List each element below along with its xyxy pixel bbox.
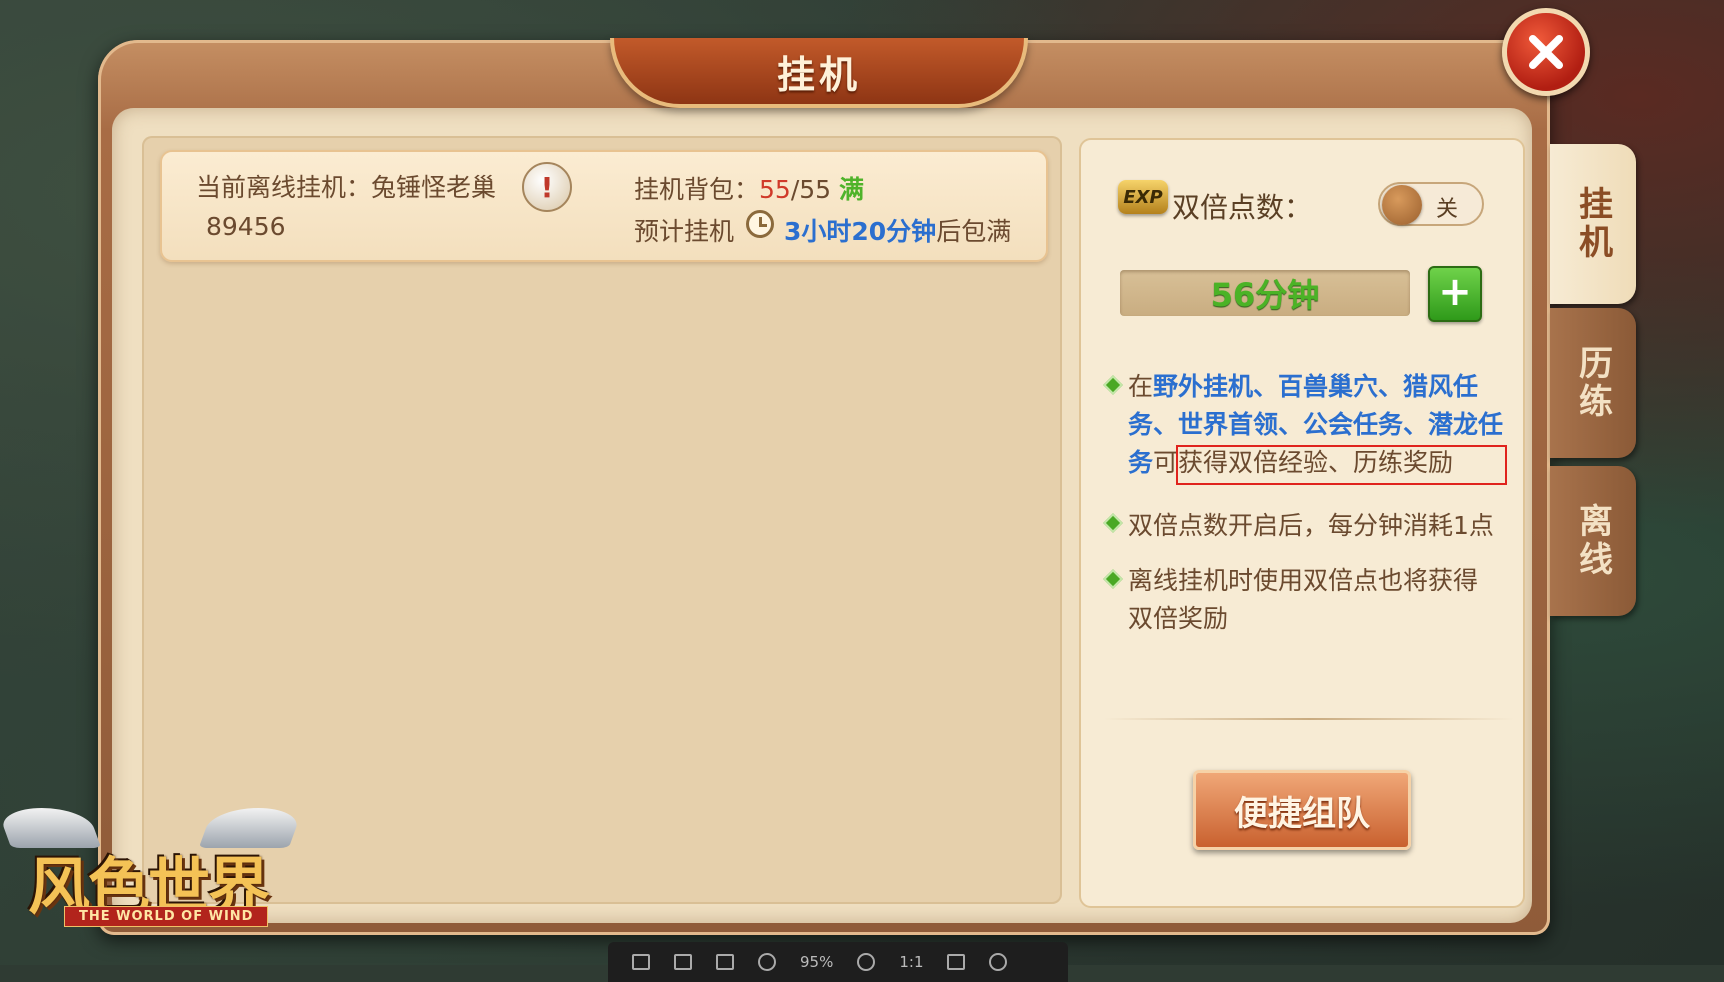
export-icon[interactable] [674, 954, 692, 970]
tip-3: 离线挂机时使用双倍点也将获得双倍奖励 [1128, 566, 1479, 633]
status-value: 89456 [206, 212, 286, 241]
fit-window-icon[interactable] [947, 954, 966, 970]
bag-label: 挂机背包： [634, 175, 760, 204]
annotation-highlight-box [1176, 445, 1507, 485]
double-points-label: 双倍点数： [1172, 191, 1313, 224]
save-icon[interactable] [632, 954, 650, 970]
add-minutes-button[interactable]: + [1428, 266, 1482, 322]
double-minutes-value: 56分钟 [1210, 276, 1320, 314]
viewer-toolbar: 95% 1:1 [608, 942, 1068, 982]
bag-current: 55 [759, 175, 791, 204]
tab-offline-label: 离线 [1572, 503, 1613, 579]
tip-2: 双倍点数开启后，每分钟消耗1点 [1128, 511, 1494, 540]
title-plate: 挂机 [610, 38, 1028, 108]
warning-icon[interactable]: ! [522, 162, 572, 212]
toggle-state-label: 关 [1436, 197, 1459, 222]
close-button[interactable] [1502, 8, 1590, 96]
zoom-out-icon[interactable] [758, 953, 776, 971]
bag-max: /55 [790, 175, 832, 204]
game-logo: 风色世界 THE WORLD OF WIND [0, 798, 304, 928]
tip-1-prefix: 在 [1128, 372, 1154, 401]
double-points-toggle[interactable]: 关 [1378, 182, 1484, 226]
current-offline-label: 当前离线挂机：兔锤怪老巢 [196, 173, 497, 202]
divider [1104, 718, 1514, 720]
zoom-in-icon[interactable] [857, 953, 876, 971]
tab-offline[interactable]: 离线 [1550, 466, 1636, 616]
share-icon[interactable] [716, 954, 734, 970]
close-icon [1528, 34, 1564, 70]
logo-subtitle: THE WORLD OF WIND [64, 906, 269, 927]
bag-full-badge: 满 [839, 175, 865, 204]
stopwatch-icon [746, 210, 774, 238]
tab-training-label: 历练 [1572, 345, 1613, 421]
quick-team-button[interactable]: 便捷组队 [1193, 770, 1411, 850]
actual-size-button[interactable]: 1:1 [899, 953, 923, 971]
dialog-title: 挂机 [776, 52, 861, 97]
double-minutes-display: 56分钟 [1120, 270, 1410, 316]
eta-info: 3小时20分钟后包满 [784, 212, 1011, 248]
exp-icon: EXP [1118, 180, 1168, 214]
zoom-level: 95% [800, 953, 834, 971]
rotate-icon[interactable] [989, 953, 1008, 971]
quick-team-label: 便捷组队 [1234, 793, 1370, 834]
toggle-knob [1382, 185, 1422, 225]
bag-info: 挂机背包：55/55 满 [634, 170, 864, 206]
tab-idle[interactable]: 挂机 [1550, 144, 1636, 304]
eta-suffix: 后包满 [936, 217, 1012, 246]
eta-label: 预计挂机 [634, 217, 735, 246]
tab-training[interactable]: 历练 [1550, 308, 1636, 458]
tab-idle-label: 挂机 [1572, 186, 1613, 262]
eta-value: 3小时20分钟 [784, 217, 937, 246]
